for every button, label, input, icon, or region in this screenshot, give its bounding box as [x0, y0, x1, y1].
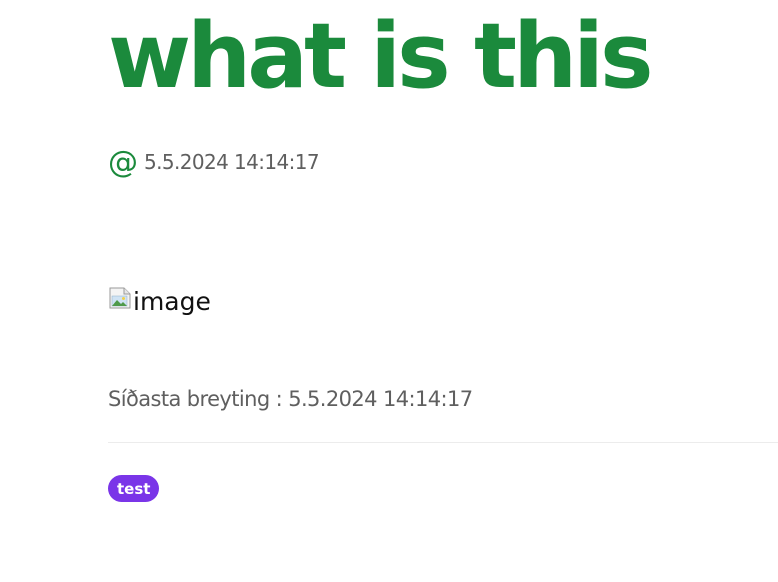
last-modified: Síðasta breyting : 5.5.2024 14:14:17 — [108, 382, 473, 416]
last-modified-label: Síðasta breyting : — [108, 387, 283, 411]
at-sign-icon: @ — [108, 145, 138, 180]
published-date: 5.5.2024 14:14:17 — [144, 150, 320, 174]
broken-image-icon — [109, 287, 131, 309]
divider — [108, 442, 778, 443]
blog-post-page: what is this @ 5.5.2024 14:14:17 image S… — [0, 0, 778, 582]
post-title: what is this — [108, 4, 654, 109]
post-meta: @ 5.5.2024 14:14:17 — [108, 142, 320, 182]
post-image: image — [108, 284, 211, 318]
tag-test[interactable]: test — [108, 475, 160, 502]
last-modified-date: 5.5.2024 14:14:17 — [288, 387, 473, 411]
image-alt-text: image — [133, 286, 211, 316]
